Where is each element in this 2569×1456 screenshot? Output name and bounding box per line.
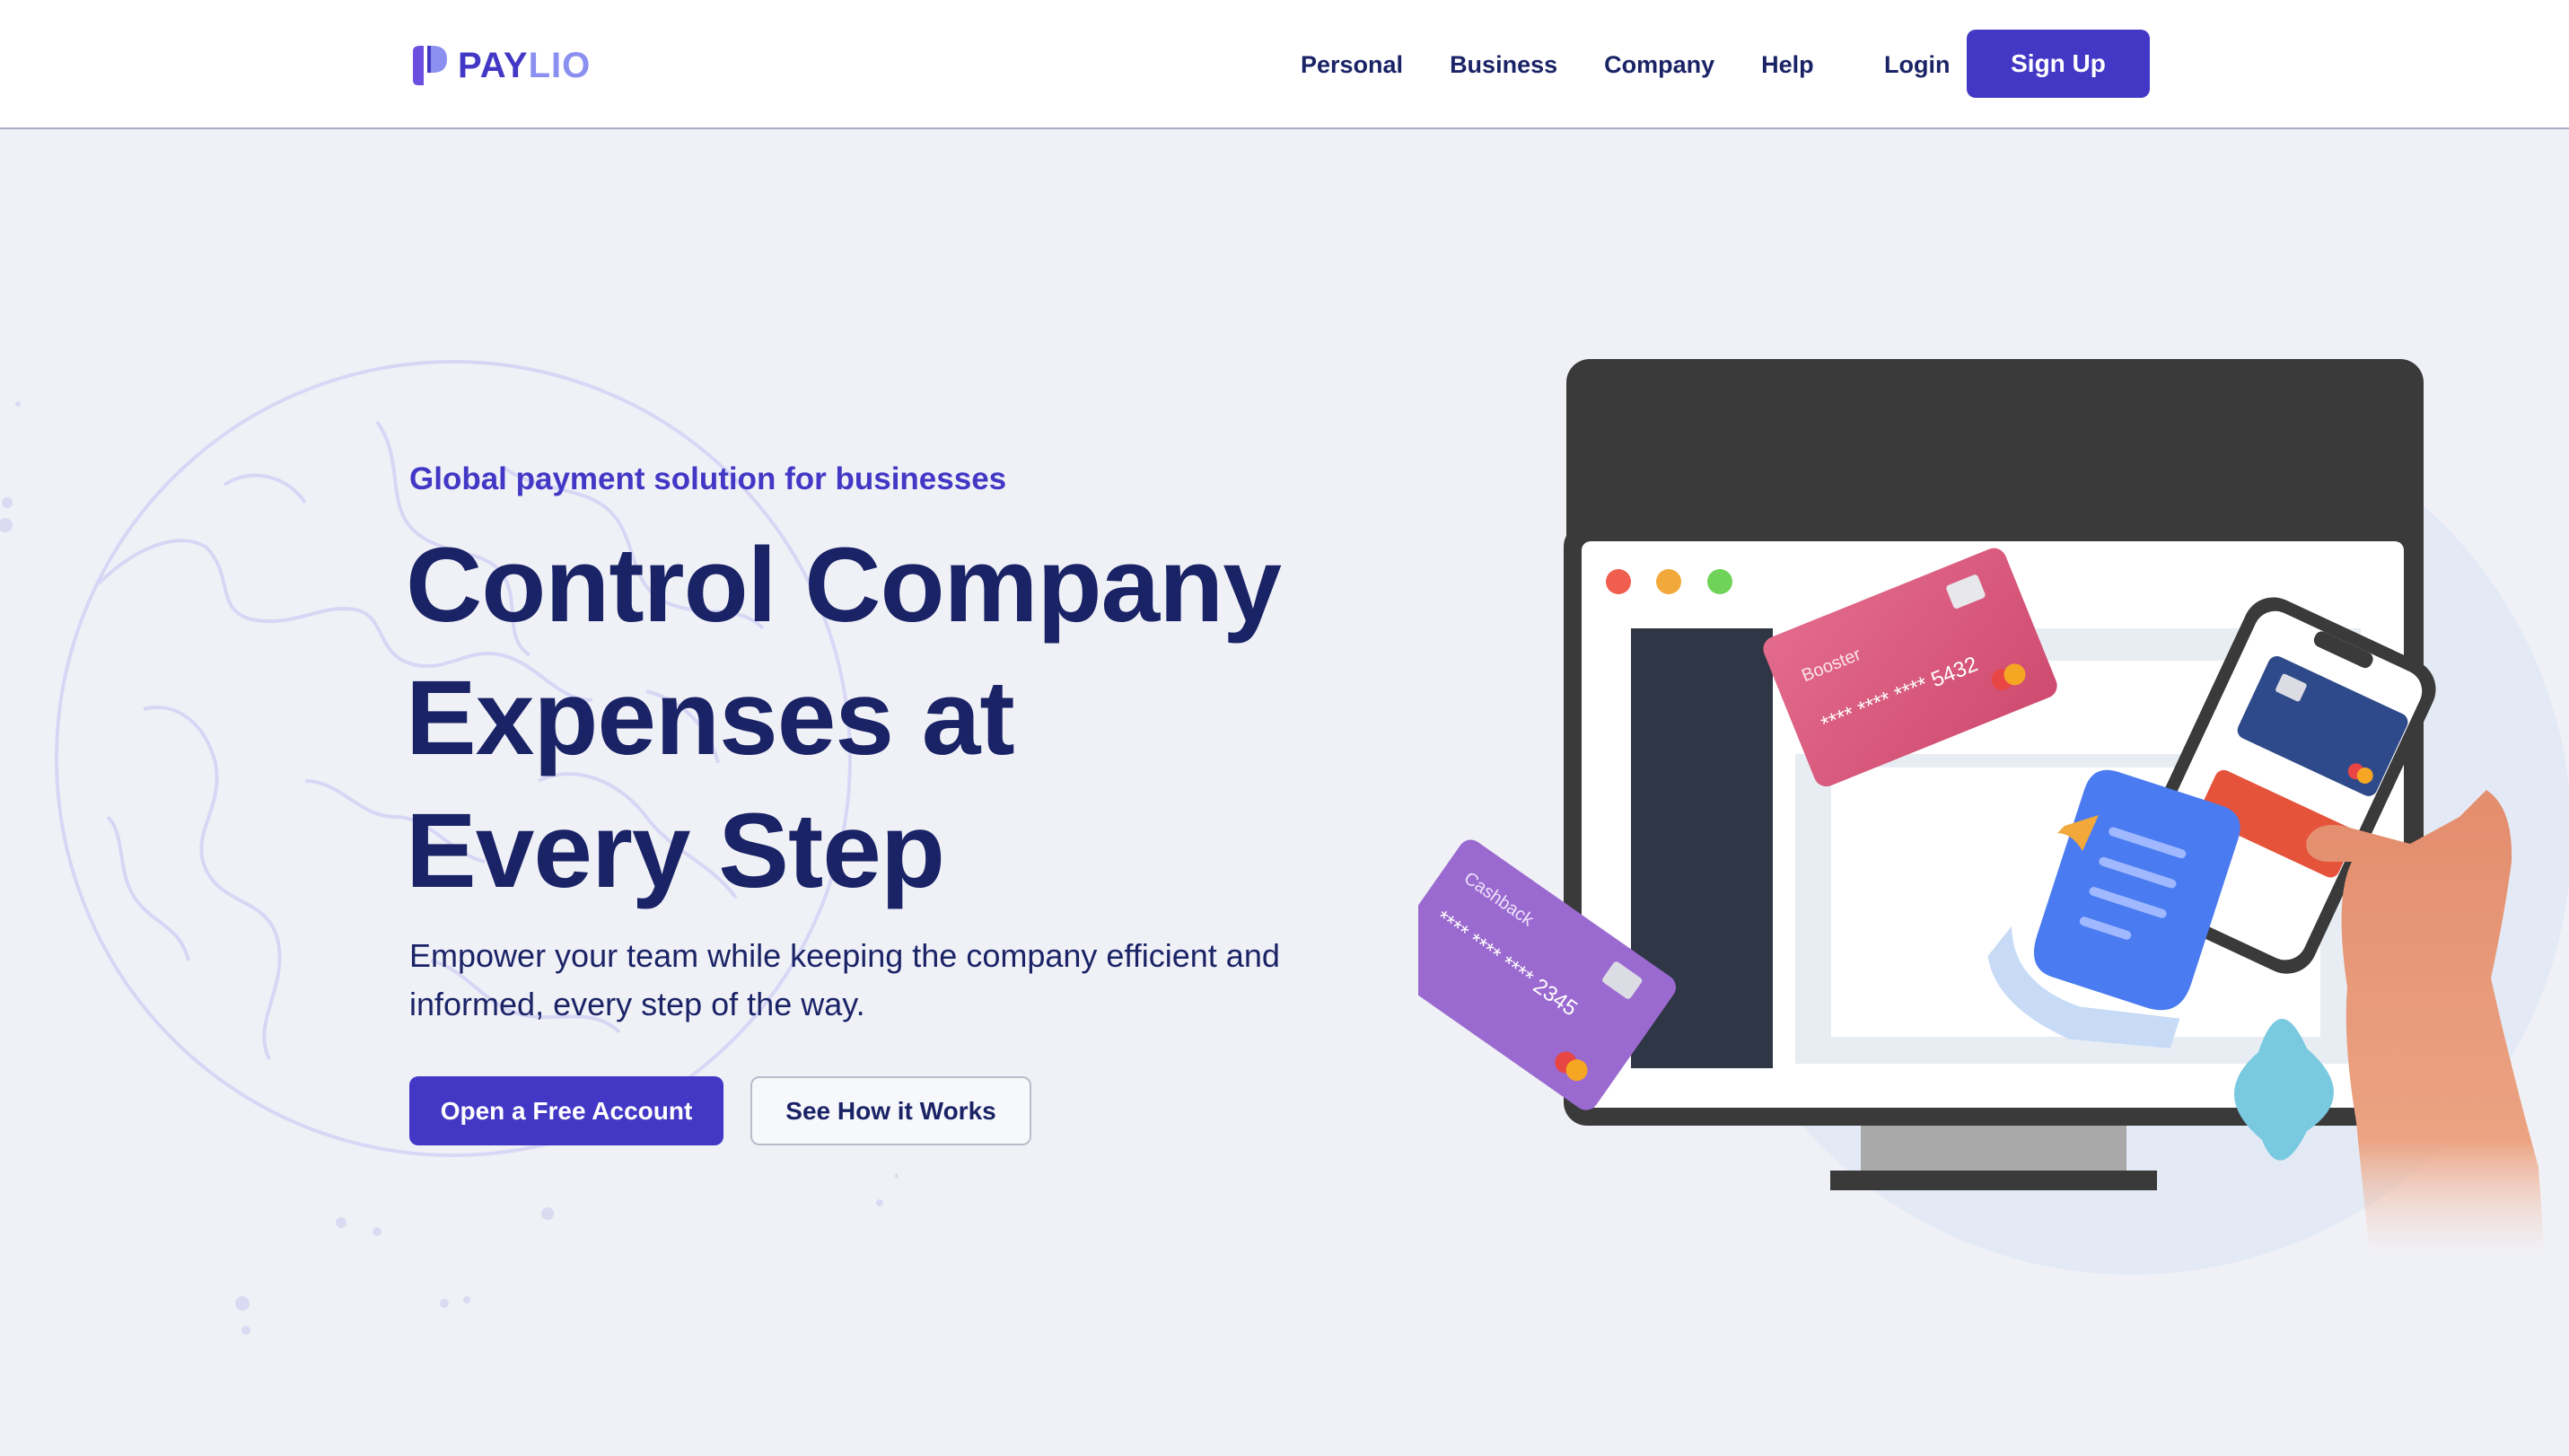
monitor-stand: [1861, 1122, 2126, 1174]
nav-item-help[interactable]: Help: [1761, 45, 1814, 84]
site-header: PAYLIO Personal Business Company Help Lo…: [0, 0, 2569, 129]
hero-eyebrow: Global payment solution for businesses: [409, 461, 1007, 496]
nav-item-company[interactable]: Company: [1604, 45, 1714, 84]
brand-name: PAYLIO: [458, 43, 591, 88]
headline-line-3: Every Step: [406, 792, 945, 910]
nav-item-personal[interactable]: Personal: [1301, 45, 1403, 84]
main-nav: Personal Business Company Help: [1301, 45, 1814, 84]
device-illustration: Booster **** **** **** 5432 Cashback ***…: [1418, 523, 2545, 1257]
signup-button[interactable]: Sign Up: [1967, 30, 2150, 98]
monitor-base: [1830, 1171, 2157, 1190]
headline-line-2: Expenses at: [406, 659, 1015, 777]
logo-mark-icon: [413, 46, 447, 85]
headline-line-1: Control Company: [406, 526, 1282, 645]
brand-name-part1: PAY: [458, 46, 529, 85]
nav-item-business[interactable]: Business: [1450, 45, 1557, 84]
window-dot-yellow: [1656, 569, 1681, 594]
brand-logo[interactable]: PAYLIO: [409, 43, 591, 88]
open-account-button[interactable]: Open a Free Account: [409, 1076, 723, 1145]
hero-headline: Control Company Expenses at Every Step: [406, 519, 1393, 917]
login-link[interactable]: Login: [1884, 45, 1950, 84]
brand-name-part2: LIO: [528, 46, 592, 85]
window-dot-red: [1606, 569, 1631, 594]
window-dot-green: [1707, 569, 1732, 594]
hero-subtext: Empower your team while keeping the comp…: [409, 937, 1280, 1022]
see-how-it-works-button[interactable]: See How it Works: [750, 1076, 1031, 1145]
